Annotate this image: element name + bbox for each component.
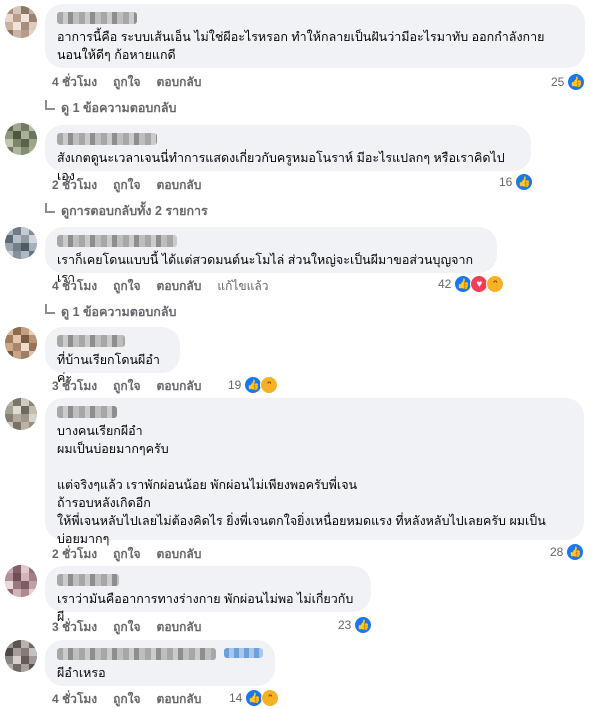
timestamp[interactable]: 2 ชั่วโมง [52,545,97,561]
like-button[interactable]: ถูกใจ [113,618,140,634]
reaction-count: 28 [550,545,564,559]
comment-bubble: อาการนี้คือ ระบบเส้นเอ็น ไม่ใช่ผีอะไรหรอ… [45,4,585,68]
reaction-summary[interactable]: 19 👍 ᵔ [228,376,279,394]
reaction-summary[interactable]: 42 👍 ♥ ᵔ [438,275,505,293]
haha-reaction-icon: ᵔ [261,689,280,707]
like-reaction-icon: 👍 [566,543,585,561]
like-button[interactable]: ถูกใจ [113,277,140,293]
reply-button[interactable]: ตอบกลับ [157,377,202,393]
avatar[interactable] [5,6,37,38]
reaction-summary[interactable]: 16 👍 [499,173,534,191]
comment-actions: 3 ชั่วโมง ถูกใจ ตอบกลับ [52,377,201,393]
comment-bubble: ผีอำเหรอ [45,640,275,686]
reaction-count: 19 [228,378,242,392]
reaction-count: 14 [229,691,243,705]
reaction-summary[interactable]: 28 👍 [550,543,585,561]
commenter-name[interactable] [57,133,157,145]
comment-actions: 4 ชั่วโมง ถูกใจ ตอบกลับ แก้ไขแล้ว [52,277,268,293]
reaction-summary[interactable]: 25 👍 [551,73,586,91]
comment-bubble: สังเกตดูนะเวลาเจนนี่ทำการแสดงเกี่ยวกับคร… [45,125,531,183]
timestamp[interactable]: 3 ชั่วโมง [52,618,97,634]
reaction-count: 16 [499,175,513,189]
comment-text: บางคนเรียกผีอำ ผมเป็นบ่อยมากๆครับ แต่จริ… [57,424,546,546]
reply-arrow-icon [45,100,55,110]
timestamp[interactable]: 3 ชั่วโมง [52,377,97,393]
reply-button[interactable]: ตอบกลับ [157,73,202,89]
haha-reaction-icon: ᵔ [486,275,505,293]
like-button[interactable]: ถูกใจ [113,73,140,89]
reply-button[interactable]: ตอบกลับ [157,618,202,634]
reply-button[interactable]: ตอบกลับ [157,277,202,293]
like-reaction-icon: 👍 [515,173,534,191]
reply-button[interactable]: ตอบกลับ [157,176,202,192]
commenter-name[interactable] [57,648,217,660]
reaction-count: 25 [551,75,565,89]
comment-bubble: บางคนเรียกผีอำ ผมเป็นบ่อยมากๆครับ แต่จริ… [45,398,584,546]
timestamp[interactable]: 2 ชั่วโมง [52,176,97,192]
commenter-name[interactable] [57,12,137,24]
timestamp[interactable]: 4 ชั่วโมง [52,73,97,89]
avatar[interactable] [5,123,37,155]
comment-bubble: เราก็เคยโดนแบบนี้ ได้แต่สวดมนต์นะโมไล่ ส… [45,227,497,285]
comment-actions: 4 ชั่วโมง ถูกใจ ตอบกลับ [52,73,201,89]
view-replies-label: ดู 1 ข้อความตอบกลับ [61,305,177,319]
like-button[interactable]: ถูกใจ [113,377,140,393]
view-replies-label: ดูการตอบกลับทั้ง 2 รายการ [61,204,208,218]
avatar[interactable] [5,565,37,597]
comment-actions: 3 ชั่วโมง ถูกใจ ตอบกลับ [52,618,201,634]
commenter-name[interactable] [57,335,125,347]
timestamp[interactable]: 4 ชั่วโมง [52,277,97,293]
reaction-count: 42 [438,277,452,291]
reply-arrow-icon [45,304,55,314]
commenter-name[interactable] [57,406,117,418]
commenter-name[interactable] [57,574,119,586]
edited-label: แก้ไขแล้ว [217,279,269,293]
view-replies-link[interactable]: ดู 1 ข้อความตอบกลับ [45,98,176,118]
comment-bubble: ที่บ้านเรียกโดนผีอำค่ะ [45,327,180,385]
avatar[interactable] [5,398,37,430]
reaction-summary[interactable]: 23 👍 [338,616,373,634]
reply-arrow-icon [45,203,55,213]
view-replies-link[interactable]: ดู 1 ข้อความตอบกลับ [45,302,176,322]
view-replies-link[interactable]: ดูการตอบกลับทั้ง 2 รายการ [45,201,208,221]
like-button[interactable]: ถูกใจ [113,176,140,192]
comment-text: อาการนี้คือ ระบบเส้นเอ็น ไม่ใช่ผีอะไรหรอ… [57,30,545,62]
like-reaction-icon: 👍 [567,73,586,91]
view-replies-label: ดู 1 ข้อความตอบกลับ [61,101,177,115]
avatar[interactable] [5,227,37,259]
reaction-count: 23 [338,618,352,632]
haha-reaction-icon: ᵔ [260,376,279,394]
comment-actions: 2 ชั่วโมง ถูกใจ ตอบกลับ [52,545,201,561]
reaction-summary[interactable]: 14 👍 ᵔ [229,689,280,707]
like-reaction-icon: 👍 [354,616,373,634]
comment-text: ผีอำเหรอ [57,666,106,680]
tagged-name[interactable] [224,648,263,658]
comment-actions: 2 ชั่วโมง ถูกใจ ตอบกลับ [52,176,201,192]
comment-bubble: เราว่ามันคืออาการทางร่างกาย พักผ่อนไม่พอ… [45,566,371,624]
avatar[interactable] [5,327,37,359]
reply-button[interactable]: ตอบกลับ [157,545,202,561]
like-button[interactable]: ถูกใจ [113,545,140,561]
commenter-name[interactable] [57,235,177,247]
avatar[interactable] [5,640,37,672]
